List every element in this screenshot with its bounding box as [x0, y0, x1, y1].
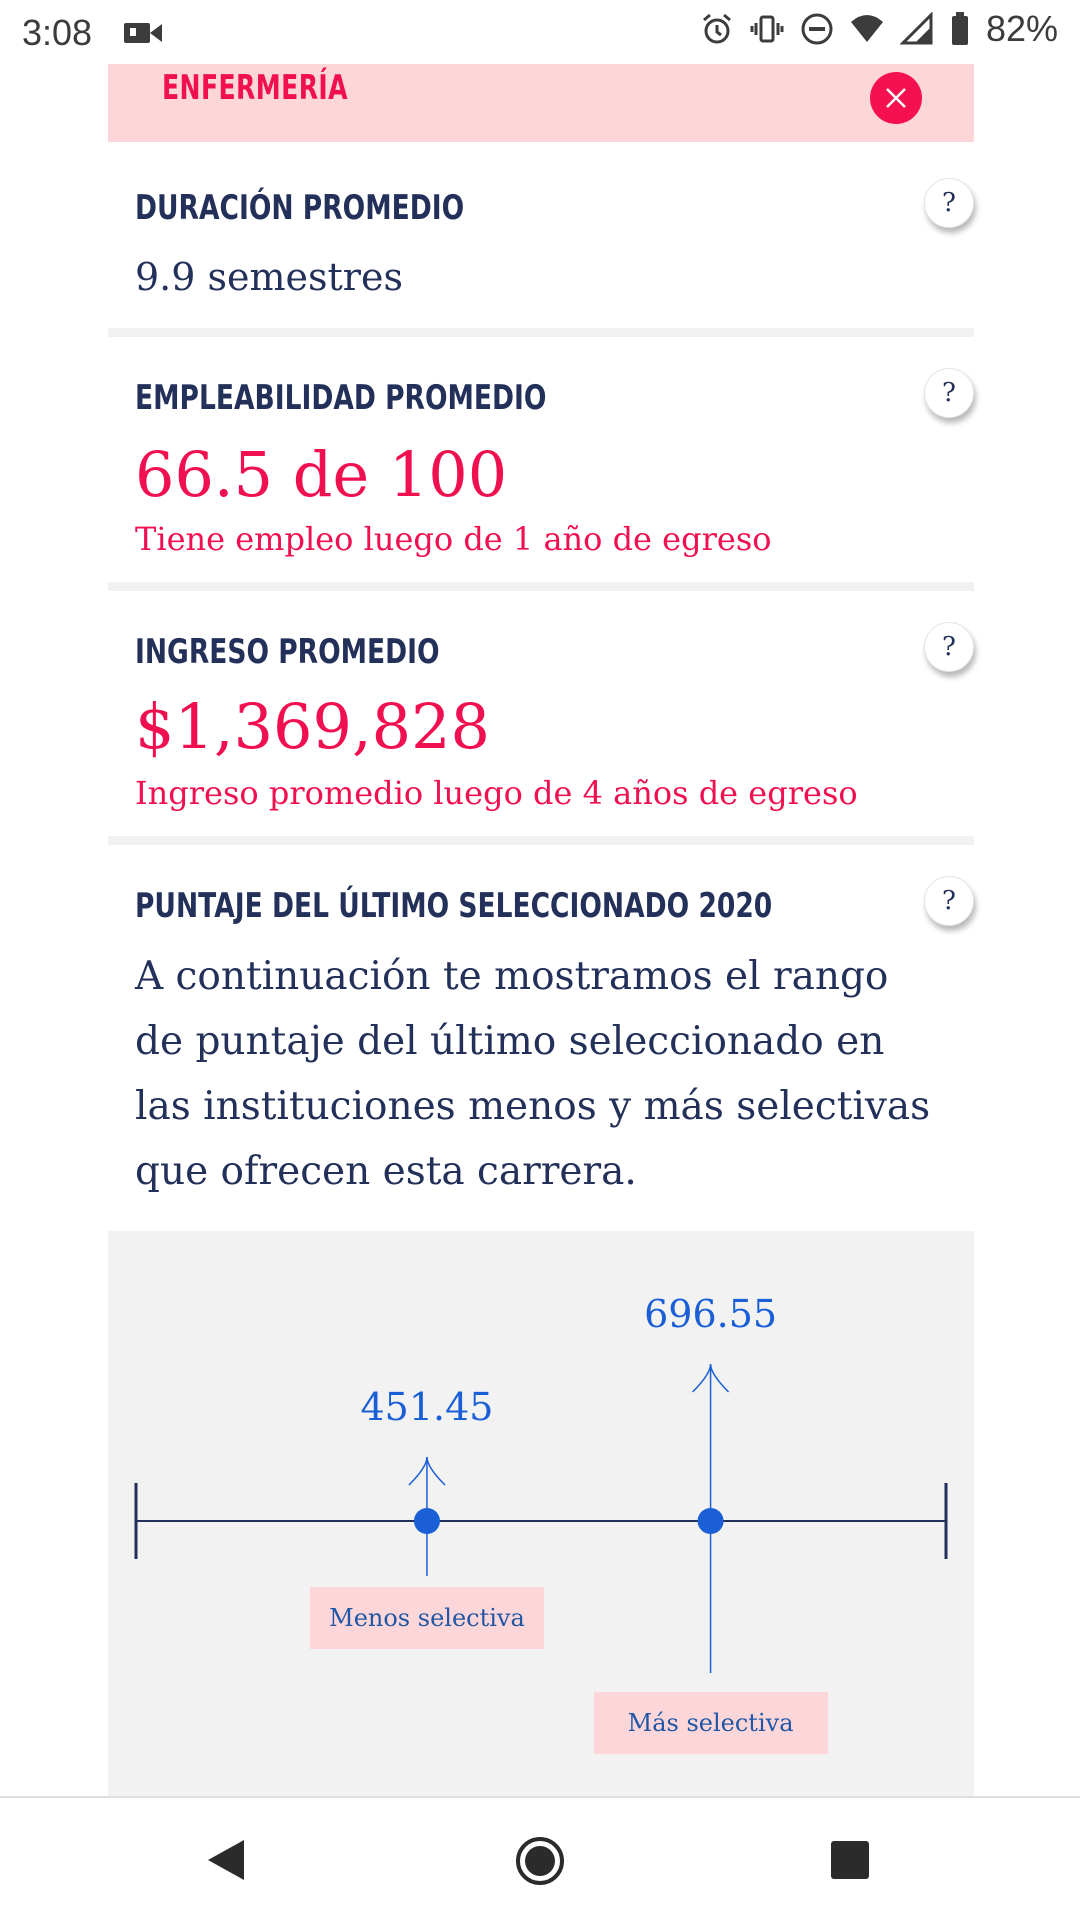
ingreso-note: Ingreso promedio luego de 4 años de egre…	[135, 774, 858, 812]
empleabilidad-title: EMPLEABILIDAD PROMEDIO	[135, 378, 547, 418]
home-icon[interactable]	[515, 1836, 565, 1886]
score-point	[697, 1508, 724, 1534]
status-bar: 3:08 82%	[0, 0, 1080, 64]
navigation-bar	[0, 1796, 1080, 1922]
puntaje-title: PUNTAJE DEL ÚLTIMO SELECCIONADO 2020	[135, 886, 773, 926]
divider	[108, 582, 974, 591]
career-title: ENFERMERÍA	[162, 68, 348, 108]
wifi-icon	[850, 15, 883, 42]
duracion-help-button[interactable]: ?	[924, 178, 974, 228]
video-camera-icon	[124, 23, 162, 43]
close-button[interactable]	[870, 72, 922, 124]
duracion-value: 9.9 semestres	[135, 255, 403, 299]
battery-percent: 82%	[985, 8, 1058, 49]
divider	[108, 328, 974, 337]
score-value-label: 451.45	[360, 1385, 494, 1429]
puntaje-description: A continuación te mostramos el rango de …	[135, 954, 931, 1194]
empleabilidad-help-button[interactable]: ?	[924, 368, 974, 418]
score-range-svg	[134, 1363, 948, 1673]
puntaje-help-button[interactable]: ?	[924, 876, 974, 926]
empleabilidad-note: Tiene empleo luego de 1 año de egreso	[135, 520, 772, 558]
career-header: ENFERMERÍA	[108, 64, 974, 142]
vibrate-icon	[750, 15, 784, 43]
do-not-disturb-icon	[801, 13, 833, 45]
ingreso-value: $1,369,828	[135, 690, 490, 763]
score-range-chart: 451.45 Menos selectiva 696.55 Más selectiva	[108, 1231, 974, 1796]
divider	[108, 836, 974, 845]
back-icon[interactable]	[206, 1838, 246, 1882]
close-icon	[886, 88, 906, 108]
ingreso-title: INGRESO PROMEDIO	[135, 632, 440, 672]
duracion-title: DURACIÓN PROMEDIO	[135, 188, 465, 228]
alarm-icon	[702, 13, 731, 44]
ingreso-help-button[interactable]: ?	[924, 622, 974, 672]
empleabilidad-value: 66.5 de 100	[135, 438, 508, 511]
score-category-label: Más selectiva	[593, 1692, 828, 1754]
signal-icon	[899, 12, 933, 45]
score-category-label: Menos selectiva	[309, 1587, 544, 1649]
recents-icon[interactable]	[830, 1840, 870, 1880]
score-value-label: 696.55	[644, 1292, 778, 1336]
battery-icon	[951, 12, 968, 45]
score-point	[413, 1508, 440, 1534]
status-time: 3:08	[22, 12, 93, 53]
